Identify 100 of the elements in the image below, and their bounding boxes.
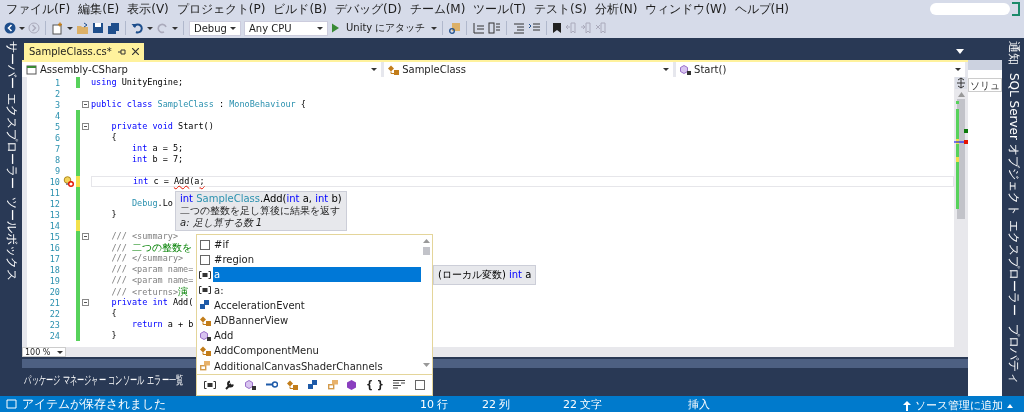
menu-item[interactable]: チーム(M) bbox=[405, 0, 470, 18]
menu-item[interactable]: ツール(T) bbox=[469, 0, 531, 18]
line-number: 8 bbox=[53, 154, 60, 165]
completion-item[interactable]: #region bbox=[213, 252, 421, 268]
menu-item[interactable]: デバッグ(D) bbox=[331, 0, 406, 18]
menu-item[interactable]: ファイル(F) bbox=[2, 0, 75, 18]
dock-tab[interactable]: プロパティ bbox=[1004, 323, 1022, 384]
local-variable-icon bbox=[203, 380, 216, 389]
undo-icon[interactable] bbox=[131, 22, 144, 34]
completion-item[interactable]: AccelerationEvent bbox=[213, 297, 421, 313]
field-icon bbox=[347, 379, 357, 390]
menu-item[interactable]: 分析(N) bbox=[591, 0, 642, 18]
dropdown-caret-icon[interactable] bbox=[67, 26, 73, 30]
class-icon bbox=[287, 379, 299, 390]
dropdown-caret-icon[interactable] bbox=[19, 26, 25, 30]
method-description: 二つの整数を足し算後に結果を返す bbox=[180, 205, 341, 217]
completion-item[interactable]: AdditionalCanvasShaderChannels bbox=[213, 358, 421, 374]
completion-item[interactable]: #if bbox=[213, 237, 421, 253]
find-icon[interactable] bbox=[448, 21, 462, 35]
code-line: private void Start() bbox=[110, 122, 214, 131]
collapse-toggle[interactable] bbox=[82, 233, 89, 240]
save-icon[interactable] bbox=[92, 22, 104, 34]
uncomment-lines-icon[interactable] bbox=[528, 22, 542, 34]
search-field[interactable]: ソリュ bbox=[968, 78, 1002, 92]
completion-item[interactable]: AddComponentMenu bbox=[213, 343, 421, 359]
bookmark-icon[interactable] bbox=[552, 22, 563, 34]
configuration-dropdown[interactable]: Debug bbox=[189, 20, 241, 36]
indent-icon[interactable] bbox=[472, 22, 486, 34]
line-number: 24 bbox=[48, 330, 60, 341]
columns-icon[interactable] bbox=[488, 22, 502, 34]
completion-item[interactable]: ADBannerView bbox=[213, 313, 421, 329]
namespace-filter[interactable]: { } bbox=[366, 379, 384, 391]
completion-item[interactable]: a bbox=[213, 267, 421, 283]
local-variable-icon bbox=[199, 286, 211, 295]
dropdown-caret-icon[interactable] bbox=[172, 26, 178, 30]
class-icon bbox=[199, 315, 211, 326]
panel-tab[interactable]: エラー一覧 bbox=[147, 372, 184, 389]
menu-item[interactable]: 編集(E) bbox=[74, 0, 124, 18]
close-icon[interactable] bbox=[131, 48, 139, 55]
document-tab[interactable]: SampleClass.cs* bbox=[24, 43, 144, 60]
menu-item[interactable]: ウィンドウ(W) bbox=[641, 0, 731, 18]
item-tooltip: (ローカル変数) int a bbox=[433, 265, 537, 285]
lightbulb-error-icon[interactable] bbox=[62, 176, 74, 187]
line-number: 13 bbox=[48, 209, 60, 220]
class-icon bbox=[388, 64, 400, 75]
snippet-icon bbox=[200, 254, 210, 265]
caret-icon[interactable] bbox=[1007, 403, 1013, 408]
completion-item[interactable]: Add bbox=[213, 328, 421, 344]
dock-tab[interactable]: サーバー エクスプローラー bbox=[2, 41, 20, 189]
source-control-button[interactable]: ソース管理に追加 bbox=[915, 398, 1003, 412]
code-line: /// <summary> bbox=[110, 232, 178, 241]
collapse-toggle[interactable] bbox=[82, 123, 89, 130]
method-icon bbox=[245, 379, 257, 390]
scrollbar-map-drawing[interactable] bbox=[954, 99, 968, 219]
keyword-icon bbox=[393, 380, 406, 390]
dropdown-caret-icon[interactable] bbox=[431, 26, 438, 30]
line-number: 4 bbox=[53, 110, 60, 121]
tab-list-caret-icon[interactable] bbox=[956, 49, 964, 54]
local-variable-icon bbox=[199, 270, 211, 279]
menu-item[interactable]: ビルド(B) bbox=[269, 0, 331, 18]
code-line: int c = Add(a; bbox=[131, 177, 205, 186]
line-indicator: 10 行 bbox=[420, 397, 449, 412]
menu-item[interactable]: プロジェクト(P) bbox=[172, 0, 270, 18]
line-number: 2 bbox=[53, 88, 60, 99]
collapse-toggle[interactable] bbox=[82, 299, 89, 306]
dock-tab[interactable]: 通知 bbox=[1004, 41, 1022, 65]
menu-item[interactable]: 表示(V) bbox=[123, 0, 173, 18]
struct-icon bbox=[308, 379, 319, 390]
panel-tab[interactable]: パッケージ マネージャー コンソール bbox=[24, 372, 145, 389]
menu-item[interactable]: テスト(S) bbox=[530, 0, 592, 18]
code-line: /// 二つの整数を bbox=[110, 243, 192, 252]
collapse-toggle[interactable] bbox=[82, 101, 89, 108]
line-number: 3 bbox=[53, 99, 60, 110]
status-message: アイテムが保存されました bbox=[22, 396, 166, 412]
play-icon[interactable] bbox=[331, 23, 340, 33]
completion-item[interactable]: a: bbox=[213, 282, 421, 298]
line-number: 16 bbox=[48, 242, 60, 253]
snippet-icon bbox=[200, 239, 210, 250]
line-number: 12 bbox=[48, 198, 60, 209]
dock-tab[interactable]: ツールボックス bbox=[2, 196, 20, 281]
dropdown-caret-icon[interactable] bbox=[147, 26, 153, 30]
pin-icon[interactable] bbox=[117, 47, 126, 56]
zoom-dropdown[interactable]: 100 % bbox=[22, 347, 66, 357]
dock-tab[interactable]: SQL Server オブジェクト エクスプローラー bbox=[1004, 73, 1022, 316]
line-number: 9 bbox=[53, 165, 60, 176]
platform-dropdown[interactable]: Any CPU bbox=[244, 20, 328, 36]
split-handle-icon[interactable] bbox=[955, 77, 967, 89]
code-line: private int Add( bbox=[110, 298, 194, 307]
method-signature: int SampleClass.Add(int a, int b) bbox=[180, 193, 342, 205]
arrow-up-icon[interactable] bbox=[903, 400, 911, 411]
code-line: using UnityEngine; bbox=[91, 78, 184, 87]
line-number: 19 bbox=[48, 275, 60, 286]
attach-button[interactable]: Unity にアタッチ bbox=[343, 20, 429, 36]
save-all-icon[interactable] bbox=[107, 21, 120, 35]
line-number: 17 bbox=[48, 253, 60, 264]
menu-item[interactable]: ヘルプ(H) bbox=[730, 0, 793, 18]
comment-lines-icon[interactable] bbox=[512, 22, 526, 34]
line-number: 7 bbox=[53, 143, 60, 154]
back-icon[interactable] bbox=[4, 22, 16, 34]
character-indicator: 22 文字 bbox=[563, 397, 603, 412]
